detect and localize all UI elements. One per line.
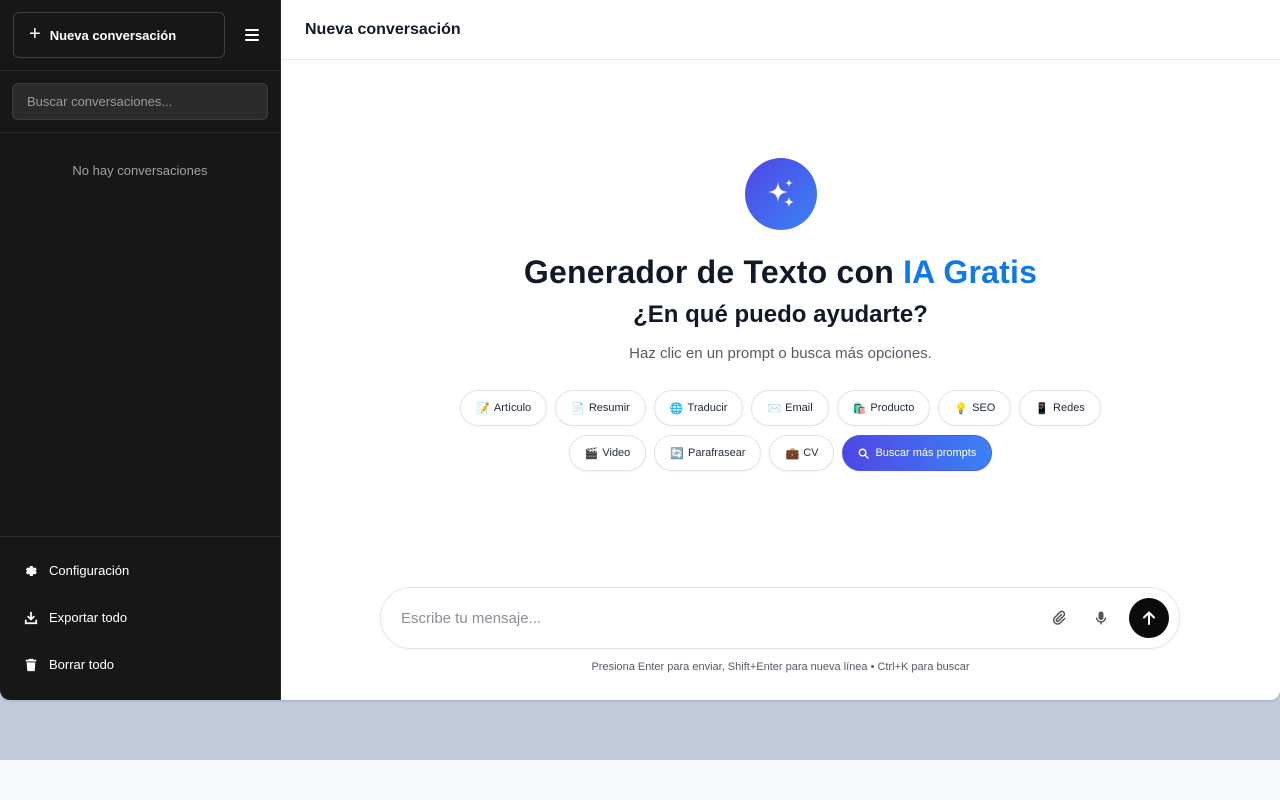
hero-subtitle: ¿En qué puedo ayudarte? — [633, 301, 928, 328]
chip-emoji: 🎬 — [584, 447, 599, 460]
delete-all-label: Borrar todo — [49, 657, 115, 672]
chip-cv[interactable]: 💼 CV — [769, 435, 835, 471]
message-composer — [380, 587, 1180, 649]
chip-emoji: 🛍️ — [852, 402, 867, 415]
plus-icon: + — [29, 23, 41, 45]
chip-emoji: ✉️ — [767, 402, 782, 415]
chip-label: Resumir — [588, 402, 630, 414]
paperclip-icon — [1052, 610, 1066, 625]
hero-title-accent: IA Gratis — [903, 254, 1038, 290]
attach-button[interactable] — [1044, 603, 1074, 633]
sidebar-search-wrap — [0, 71, 280, 133]
chip-emoji: 💡 — [954, 402, 969, 415]
chip-label: Producto — [870, 402, 915, 414]
microphone-icon — [1095, 611, 1107, 625]
chip-emoji: 📱 — [1035, 402, 1050, 415]
chip-emoji: 📝 — [476, 402, 490, 415]
new-conversation-label: Nueva conversación — [49, 27, 177, 43]
export-all-label: Exportar todo — [49, 610, 128, 625]
chip-traducir[interactable]: 🌐 Traducir — [653, 390, 744, 426]
sparkles-icon — [744, 158, 817, 230]
hero-title: Generador de Texto con IA Gratis — [524, 254, 1037, 291]
hero-title-main: Generador de Texto con — [523, 254, 904, 290]
search-icon — [859, 448, 870, 459]
page-title: Nueva conversación — [305, 20, 461, 38]
hero-hint: Haz clic en un prompt o busca más opcion… — [629, 345, 932, 362]
keyboard-hint: Presiona Enter para enviar, Shift+Enter … — [591, 661, 970, 673]
chip-emoji: 📄 — [571, 402, 585, 415]
chip-email[interactable]: ✉️ Email — [751, 390, 829, 426]
empty-conversations-text: No hay conversaciones — [72, 163, 208, 178]
chip-video[interactable]: 🎬 Video — [568, 435, 647, 471]
chip-seo[interactable]: 💡 SEO — [938, 390, 1012, 426]
settings-button[interactable]: Configuración — [0, 547, 280, 594]
chip-label: Video — [602, 447, 631, 459]
trash-icon — [25, 658, 37, 671]
chip-label: Email — [785, 402, 813, 414]
main-area: Nueva conversación Generador de Texto co… — [281, 0, 1280, 700]
header: Nueva conversación — [281, 0, 1280, 60]
sidebar-bottom: Configuración Exportar todo Borrar todo — [0, 536, 280, 700]
chip-articulo[interactable]: 📝 Artículo — [460, 390, 548, 426]
chip-parafrasear[interactable]: 🔄 Parafrasear — [654, 435, 762, 471]
chip-label: Parafrasear — [688, 447, 746, 459]
chip-emoji: 🌐 — [669, 402, 684, 415]
chip-emoji: 💼 — [785, 447, 800, 460]
chip-redes[interactable]: 📱 Redes — [1019, 390, 1101, 426]
search-more-prompts-button[interactable]: Buscar más prompts — [842, 435, 993, 471]
search-conversations-input[interactable] — [12, 83, 268, 120]
app-window: + Nueva conversación No hay conversacion… — [0, 0, 1280, 700]
chip-label: Redes — [1053, 402, 1085, 414]
sidebar: + Nueva conversación No hay conversacion… — [0, 0, 281, 700]
arrow-up-icon — [1143, 611, 1155, 625]
sidebar-top: + Nueva conversación — [0, 0, 280, 71]
microphone-button[interactable] — [1086, 603, 1116, 633]
prompt-chips: 📝 Artículo 📄 Resumir 🌐 Traducir ✉️ Email 🛍️ P… — [451, 390, 1111, 471]
chip-label: Artículo — [493, 402, 532, 414]
send-button[interactable] — [1129, 598, 1169, 638]
chip-producto[interactable]: 🛍️ Producto — [836, 390, 931, 426]
chip-label: Traducir — [687, 402, 728, 414]
chip-label: CV — [803, 447, 819, 459]
page-footer-strip — [0, 760, 1280, 800]
chip-emoji: 🔄 — [670, 447, 684, 460]
settings-label: Configuración — [49, 563, 130, 578]
export-all-button[interactable]: Exportar todo — [0, 594, 280, 641]
gear-icon — [25, 565, 37, 576]
menu-icon[interactable] — [240, 23, 264, 47]
delete-all-button[interactable]: Borrar todo — [0, 641, 280, 688]
chip-label: SEO — [972, 402, 996, 414]
new-conversation-button[interactable]: + Nueva conversación — [13, 12, 225, 58]
chip-resumir[interactable]: 📄 Resumir — [555, 390, 646, 426]
welcome-hero: Generador de Texto con IA Gratis ¿En qué… — [281, 158, 1280, 471]
message-input[interactable] — [401, 609, 1032, 627]
search-more-prompts-label: Buscar más prompts — [875, 447, 977, 459]
download-icon — [24, 611, 38, 624]
